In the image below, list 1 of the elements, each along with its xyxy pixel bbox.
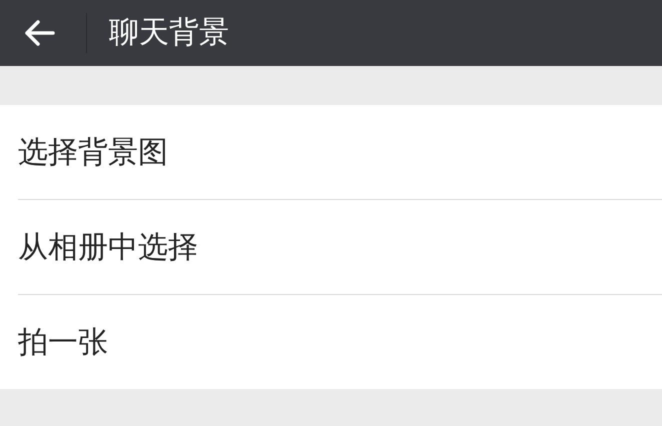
screen-title: 聊天背景 xyxy=(109,18,229,48)
